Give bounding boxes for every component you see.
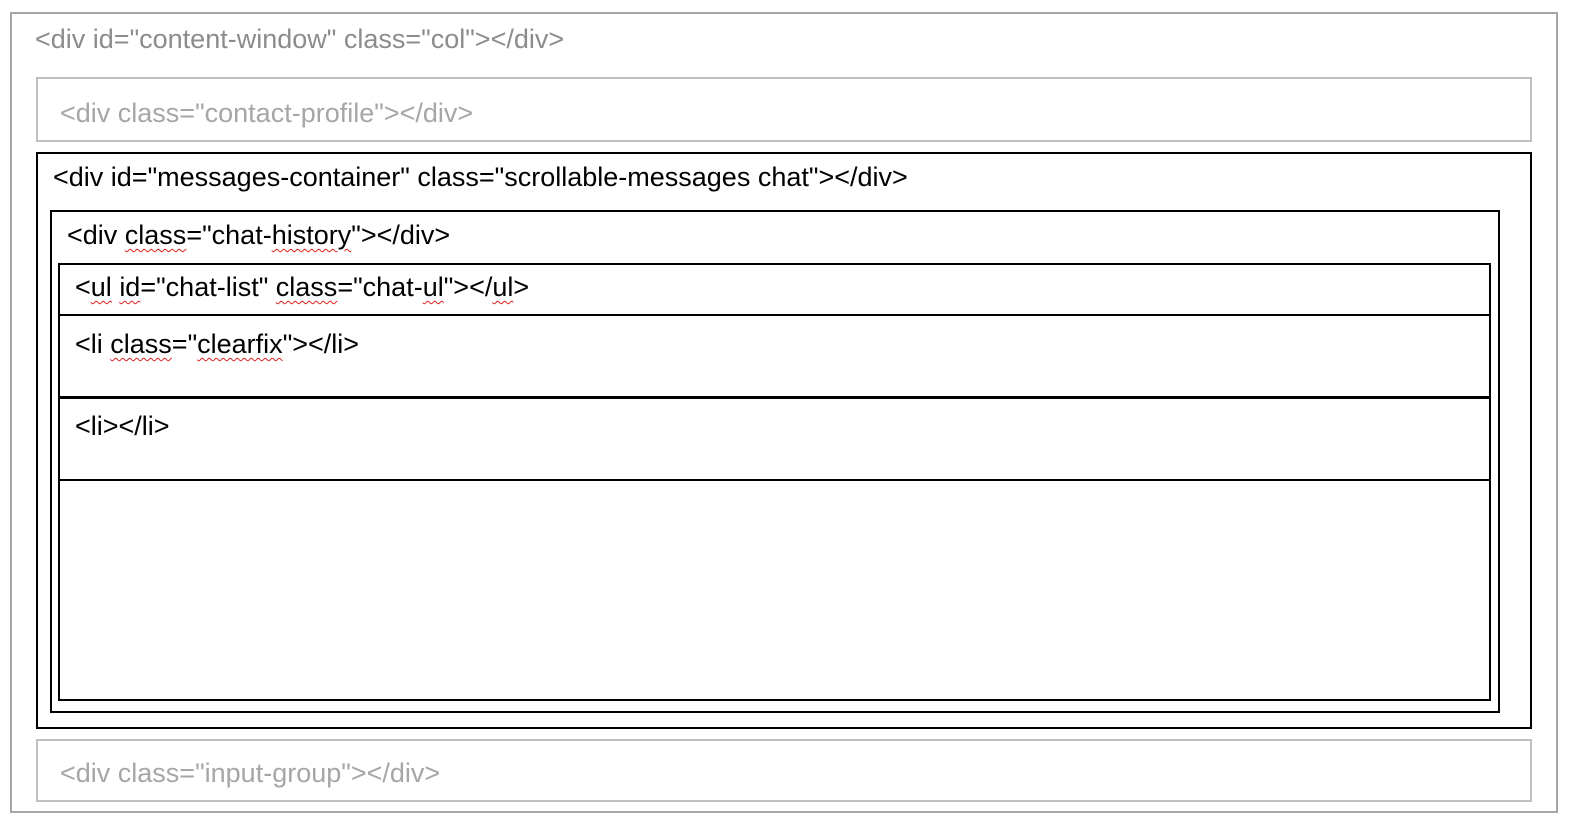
chat-list-label-part: < [75, 272, 91, 302]
chat-history-label-part: history [271, 220, 352, 250]
li-clearfix-label-part: clearfix [197, 329, 283, 359]
contact-profile-label: <div class="contact-profile"></div> [60, 98, 474, 128]
chat-list-label-part: ="chat- [337, 272, 423, 302]
messages-container-label: <div id="messages-container" class="scro… [53, 162, 908, 192]
chat-history-label-part: "></div> [351, 220, 451, 250]
chat-list-label-part: > [513, 272, 530, 302]
li-clearfix-label-part: "></li> [282, 329, 360, 359]
ul-header-divider [58, 314, 1491, 316]
li-clearfix-label-part: <li [75, 329, 111, 359]
chat-history-label-part: ="chat- [186, 220, 272, 250]
chat-list-label-part: class [275, 272, 338, 302]
li-plain-divider [58, 479, 1491, 481]
chat-list-label-part: id [119, 272, 141, 302]
li-clearfix-label-part: =" [171, 329, 198, 359]
chat-history-label-part: class [124, 220, 187, 250]
chat-list-label-part: ul [90, 272, 112, 302]
chat-history-label: <div class="chat-history"></div> [67, 222, 450, 249]
chat-list-label-part: ul [492, 272, 514, 302]
li-clearfix-divider [58, 396, 1491, 399]
li-plain-label: <li></li> [75, 411, 170, 441]
li-clearfix-label: <li class="clearfix"></li> [75, 331, 359, 358]
chat-list-label: <ul id="chat-list" class="chat-ul"></ul> [75, 274, 529, 301]
input-group-label: <div class="input-group"></div> [60, 758, 441, 788]
chat-list-label-part: ul [422, 272, 444, 302]
li-clearfix-label-part: class [110, 329, 172, 359]
chat-history-label-part: <div [67, 220, 125, 250]
content-window-label: <div id="content-window" class="col"></d… [35, 24, 565, 54]
chat-list-label-part: "></ [443, 272, 493, 302]
chat-list-label-part: ="chat-list" [140, 272, 276, 302]
